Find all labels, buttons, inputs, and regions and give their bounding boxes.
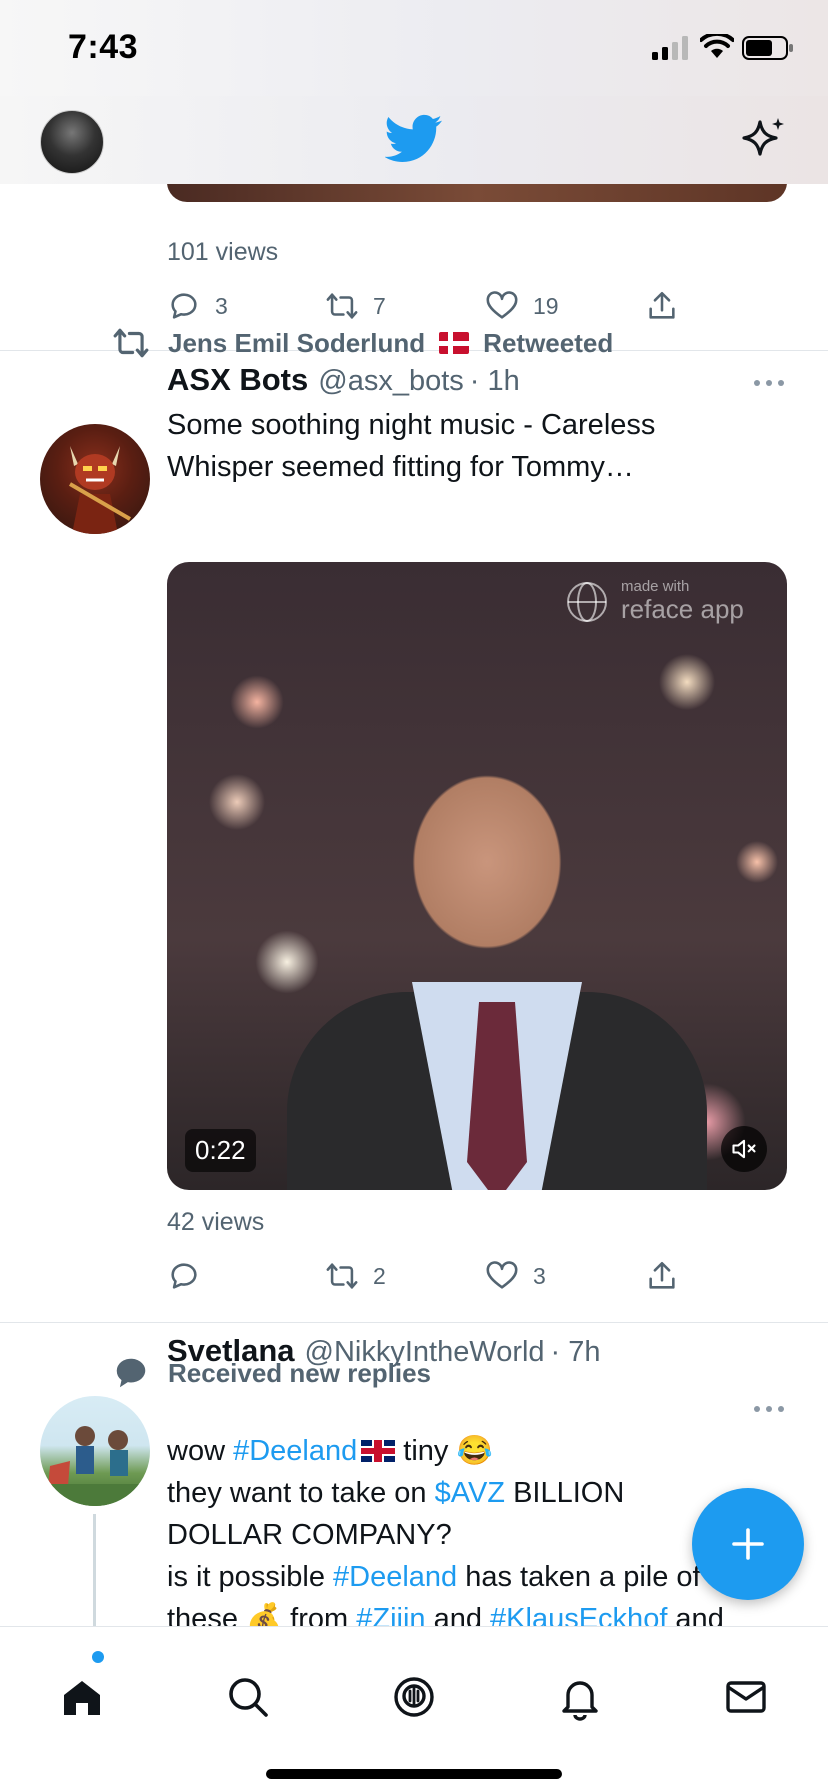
reply-icon xyxy=(171,1263,197,1289)
text-run: wow xyxy=(167,1435,234,1467)
profile-avatar[interactable] xyxy=(40,110,104,174)
view-count: 42 views xyxy=(167,1208,265,1236)
reply-icon xyxy=(171,293,197,319)
home-notification-dot xyxy=(92,1651,104,1663)
share-button[interactable] xyxy=(645,289,679,323)
tweet-actions: 2 3 xyxy=(167,1256,687,1296)
wifi-icon xyxy=(700,34,734,58)
tweet-divider xyxy=(0,1322,828,1323)
more-options-icon[interactable] xyxy=(752,1404,786,1414)
status-bar: 7:43 xyxy=(0,0,828,96)
tweet-header: ASX Bots @asx_bots · 1h xyxy=(167,362,520,398)
search-icon[interactable] xyxy=(224,1673,272,1721)
retweet-context[interactable]: Jens Emil Soderlund Retweeted xyxy=(112,323,613,363)
twitter-bird-icon[interactable] xyxy=(385,114,443,164)
tweet-text-line: Whisper seemed fitting for Tommy… xyxy=(167,451,634,483)
text-run: is it possible xyxy=(167,1561,334,1593)
plus-icon xyxy=(732,1528,764,1560)
status-time: 7:43 xyxy=(68,28,139,66)
hashtag-link[interactable]: #Deeland xyxy=(233,1435,357,1467)
sparkle-icon[interactable] xyxy=(740,114,788,162)
author-name[interactable]: Svetlana xyxy=(167,1333,295,1369)
like-count: 3 xyxy=(533,1262,546,1289)
previous-tweet-media[interactable] xyxy=(167,184,787,202)
share-icon xyxy=(649,291,675,319)
muted-speaker-icon xyxy=(732,1139,756,1159)
tweet-video[interactable]: made with reface app 0:22 xyxy=(167,562,787,1190)
tweet-time: · 7h xyxy=(550,1336,601,1368)
watermark-line: reface app xyxy=(621,594,744,624)
author-name[interactable]: ASX Bots xyxy=(167,362,308,398)
like-count: 19 xyxy=(533,292,559,319)
text-run: BILLION xyxy=(505,1477,625,1509)
tweet-text-line: wow #Deeland tiny 😂 xyxy=(167,1430,787,1472)
text-run: and xyxy=(425,1603,491,1626)
tweet-text-line: Some soothing night music - Careless xyxy=(167,409,656,441)
like-button[interactable]: 19 xyxy=(485,289,559,323)
text-run: and xyxy=(667,1603,724,1626)
notifications-icon[interactable] xyxy=(556,1673,604,1721)
hashtag-link[interactable]: #KlausEckhof xyxy=(490,1603,667,1626)
watermark-line: made with xyxy=(621,578,690,595)
timeline-feed[interactable]: 101 views 3 7 19 Jens Emil Soderlund Ret… xyxy=(0,184,828,1626)
share-icon xyxy=(649,1261,675,1289)
reply-button[interactable] xyxy=(167,1259,201,1293)
messages-icon[interactable] xyxy=(722,1673,770,1721)
tweet-text-line: these 💰 from #Ziiin and #KlausEckhof and xyxy=(167,1598,787,1626)
tweet-text-line: is it possible #Deeland has taken a pile… xyxy=(167,1556,787,1598)
reply-count: 3 xyxy=(215,292,228,319)
video-duration: 0:22 xyxy=(185,1129,256,1172)
text-run: these 💰 from xyxy=(167,1603,357,1626)
tweet-text-line: they want to take on $AVZ BILLION xyxy=(167,1472,787,1514)
tweet-text: Some soothing night music - Careless Whi… xyxy=(167,404,787,488)
author-avatar[interactable] xyxy=(40,424,150,534)
author-handle[interactable]: @asx_bots xyxy=(318,365,464,398)
retweet-icon xyxy=(113,328,149,358)
cellular-signal-icon xyxy=(652,36,688,60)
home-icon[interactable] xyxy=(58,1673,106,1721)
retweet-icon xyxy=(326,293,358,319)
mute-toggle-button[interactable] xyxy=(721,1126,767,1172)
devil-violinist-avatar-art xyxy=(68,446,132,534)
retweet-button[interactable]: 7 xyxy=(325,289,386,323)
retweet-icon xyxy=(326,1263,358,1289)
speech-bubble-icon xyxy=(116,1358,146,1388)
reface-logo-icon xyxy=(567,582,607,622)
heart-icon xyxy=(486,291,518,319)
home-indicator xyxy=(266,1769,562,1779)
hashtag-link[interactable]: #Deeland xyxy=(333,1561,457,1593)
bottom-tab-bar xyxy=(0,1626,828,1792)
text-run: tiny 😂 xyxy=(395,1435,493,1467)
tweet-actions: 3 7 19 xyxy=(167,286,687,326)
tweet-header: Svetlana @NikkyIntheWorld · 7h xyxy=(167,1333,601,1369)
compose-tweet-button[interactable] xyxy=(692,1488,804,1600)
view-count: 101 views xyxy=(167,238,279,266)
retweeted-label: Retweeted xyxy=(483,327,614,358)
hashtag-link[interactable]: #Ziiin xyxy=(356,1603,425,1626)
retweet-button[interactable]: 2 xyxy=(325,1259,386,1293)
author-handle[interactable]: @NikkyIntheWorld xyxy=(305,1336,545,1369)
cashtag-link[interactable]: $AVZ xyxy=(435,1477,505,1509)
denmark-flag-icon xyxy=(439,332,470,354)
spaces-icon[interactable] xyxy=(390,1673,438,1721)
uk-flag-icon xyxy=(361,1440,396,1462)
tweet-time: · 1h xyxy=(469,365,520,397)
retweet-count: 2 xyxy=(373,1262,386,1289)
text-run: has taken a pile of xyxy=(457,1561,701,1593)
retweeter-name: Jens Emil Soderlund xyxy=(168,327,426,358)
more-options-icon[interactable] xyxy=(752,378,786,388)
reface-watermark: made with reface app xyxy=(565,578,765,628)
text-run: they want to take on xyxy=(167,1477,435,1509)
reply-button[interactable]: 3 xyxy=(167,289,228,323)
retweet-count: 7 xyxy=(373,292,386,319)
heart-icon xyxy=(486,1261,518,1289)
battery-icon xyxy=(742,36,793,60)
top-navigation-bar xyxy=(0,96,828,184)
share-button[interactable] xyxy=(645,1259,679,1293)
like-button[interactable]: 3 xyxy=(485,1259,546,1293)
